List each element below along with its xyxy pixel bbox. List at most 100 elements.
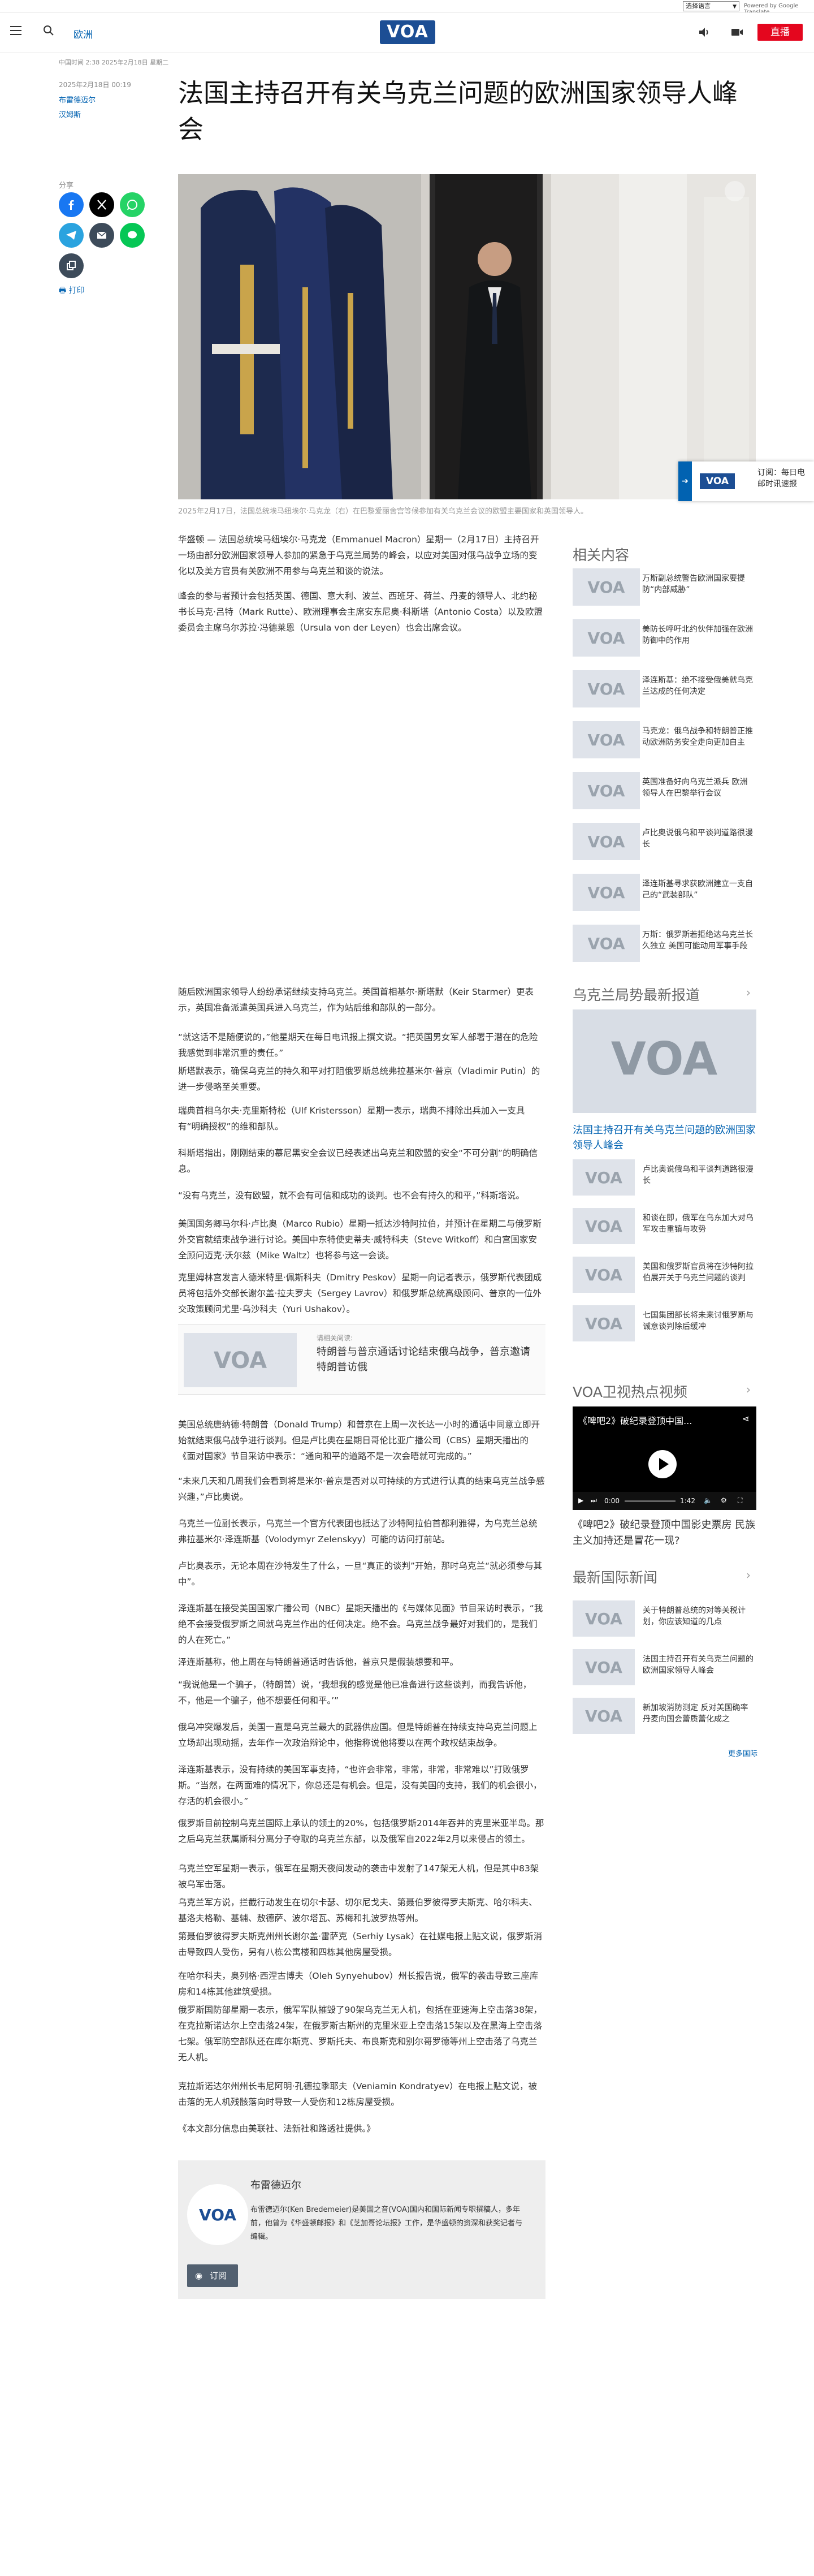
story-thumbnail[interactable]: VOA [573,1698,635,1734]
language-select[interactable]: 选择语言 ▼ [683,1,739,11]
more-intl-link[interactable]: 更多国际 [728,1747,757,1758]
subscribe-widget[interactable]: ➔ VOA 订阅：每日电邮时讯速报 [678,461,814,501]
search-icon[interactable] [42,24,55,37]
rss-subscribe-button[interactable]: ◉ 订阅 [187,2264,238,2287]
chevron-right-icon[interactable]: › [746,1568,751,1582]
facebook-icon[interactable] [59,192,84,217]
promo-title[interactable]: 特朗普与普京通话讨论结束俄乌战争，普京邀请特朗普访俄 [317,1344,531,1375]
video-progress[interactable] [625,1500,676,1502]
story-thumbnail[interactable]: VOA [573,721,640,758]
sidebar-story[interactable]: VOA 法国主持召开有关乌克兰问题的欧洲国家领导人峰会 [573,1649,756,1689]
ukraine-feature-title[interactable]: 法国主持召开有关乌克兰问题的欧洲国家领导人峰会 [573,1123,756,1153]
sidebar-story[interactable]: VOA 和谈在即，俄军在乌东加大对乌军攻击重镇与攻势 [573,1208,756,1248]
live-button[interactable]: 直播 [757,24,803,41]
intl-heading[interactable]: 最新国际新闻 [573,1567,657,1587]
story-title[interactable]: 美国和俄罗斯官员将在沙特阿拉伯展开关于乌克兰问题的谈判 [643,1261,756,1284]
article-paragraph: 乌克兰军方说，拦截行动发生在切尔卡瑟、切尔尼戈夫、第聂伯罗彼得罗夫斯克、哈尔科夫… [178,1897,538,1923]
story-thumbnail[interactable]: VOA [573,874,640,911]
story-title[interactable]: 卢比奥说俄乌和平谈判道路很漫长 [642,827,755,850]
sidebar-story[interactable]: VOA 卢比奥说俄乌和平谈判道路很漫长 [573,823,756,862]
sidebar-story[interactable]: VOA 万斯副总统警告欧洲国家要提防“内部威胁” [573,568,756,608]
volume-icon[interactable]: 🔈 [704,1496,712,1504]
article-paragraph: 美国总统唐纳德·特朗普（Donald Trump）和普京在上周一次长达一小时的通… [178,1419,540,1461]
video-icon[interactable] [730,26,744,38]
video-heading[interactable]: VOA卫视热点视频 [573,1381,687,1401]
telegram-icon[interactable] [59,223,84,248]
story-title[interactable]: 万斯副总统警告欧洲国家要提防“内部威胁” [642,573,755,596]
svg-text:VOA: VOA [588,680,625,698]
story-thumbnail[interactable]: VOA [573,1649,635,1685]
copy-link-icon[interactable] [59,253,84,278]
article-paragraph: “就这话不是随便说的，”他星期天在每日电讯报上撰文说。“把英国男女军人部署于潜在… [178,1032,538,1058]
audio-icon[interactable] [698,26,711,38]
story-title[interactable]: 马克龙：俄乌战争和特朗普正推动欧洲防务安全走向更加自主 [642,726,755,748]
story-title[interactable]: 卢比奥说俄乌和平谈判道路很漫长 [643,1164,756,1186]
story-thumbnail[interactable]: VOA [573,823,640,860]
story-thumbnail[interactable]: VOA [573,925,640,962]
video-player[interactable]: 《啤吧2》破纪录登顶中国... ⋖ ▶ ⏭ 0:00 1:42 🔈 ⚙ ⛶ [573,1406,756,1510]
sidebar-story[interactable]: VOA 卢比奥说俄乌和平谈判道路很漫长 [573,1159,756,1199]
article-paragraph: 斯塔默表示，确保乌克兰的持久和平对打阻俄罗斯总统弗拉基米尔·普京（Vladimi… [178,1066,540,1092]
story-title[interactable]: 法国主持召开有关乌克兰问题的欧洲国家领导人峰会 [643,1654,756,1676]
voa-logo[interactable]: VOA [380,20,435,44]
sidebar-story[interactable]: VOA 泽连斯基寻求获欧洲建立一支自己的“武装部队” [573,874,756,913]
story-thumbnail[interactable]: VOA [573,619,640,657]
whatsapp-icon[interactable] [120,192,145,217]
chevron-right-icon[interactable]: › [746,986,751,999]
sidebar-story[interactable]: VOA 万斯：俄罗斯若拒绝达乌克兰长久独立 美国可能动用军事手段 [573,925,756,964]
story-thumbnail[interactable]: VOA [573,568,640,606]
play-small-icon[interactable]: ▶ [578,1496,583,1504]
chevron-right-icon[interactable]: › [746,1383,751,1396]
story-thumbnail[interactable]: VOA [573,1305,635,1341]
story-title[interactable]: 泽连斯基寻求获欧洲建立一支自己的“武装部队” [642,878,755,901]
story-title[interactable]: 七国集团部长将未来讨俄罗斯与诚意谈判除后缓冲 [643,1310,756,1332]
settings-icon[interactable]: ⚙ [721,1496,727,1504]
story-thumbnail[interactable]: VOA [573,1600,635,1637]
x-twitter-icon[interactable] [89,192,114,217]
related-promo[interactable]: VOA 请相关阅读: 特朗普与普京通话讨论结束俄乌战争，普京邀请特朗普访俄 [178,1324,545,1395]
story-thumbnail[interactable]: VOA [573,772,640,809]
story-thumbnail[interactable]: VOA [573,1159,635,1196]
voa-logo-small: VOA [700,473,735,489]
ukraine-heading[interactable]: 乌克兰局势最新报道 [573,984,700,1004]
sidebar-story[interactable]: VOA 美防长呼吁北约伙伴加强在欧洲防御中的作用 [573,619,756,659]
story-title[interactable]: 关于特朗普总统的对等关税计划，你应该知道的几点 [643,1605,756,1628]
sidebar-story[interactable]: VOA 七国集团部长将未来讨俄罗斯与诚意谈判除后缓冲 [573,1305,756,1345]
author-link[interactable]: 布雷德迈尔 [59,94,96,105]
story-title[interactable]: 新加坡消防测定 反对美国确率丹麦向国会蕾质蕾化成之 [643,1702,756,1725]
play-icon[interactable] [648,1450,677,1478]
story-title[interactable]: 和谈在即，俄军在乌东加大对乌军攻击重镇与攻势 [643,1213,756,1235]
story-thumbnail[interactable]: VOA [573,1257,635,1293]
svg-text:VOA: VOA [611,1033,717,1085]
story-title[interactable]: 泽连斯基：绝不接受俄美就乌克兰达成的任何决定 [642,675,755,697]
ukraine-feature-image[interactable]: VOA [573,1009,756,1113]
fullscreen-icon[interactable]: ⛶ [738,1496,742,1505]
chevron-down-icon: ▼ [733,4,737,10]
story-title[interactable]: 英国准备好向乌克兰派兵 欧洲领导人在巴黎举行会议 [642,776,755,799]
story-thumbnail[interactable]: VOA [573,1208,635,1244]
sidebar-story[interactable]: VOA 泽连斯基：绝不接受俄美就乌克兰达成的任何决定 [573,670,756,710]
rss-label: 订阅 [210,2271,227,2281]
sidebar-story[interactable]: VOA 关于特朗普总统的对等关税计划，你应该知道的几点 [573,1600,756,1640]
article-paragraph: 科斯塔指出，刚刚结束的慕尼黑安全会议已经表述出乌克兰和欧盟的安全“不可分割”的明… [178,1148,538,1174]
email-icon[interactable] [89,223,114,248]
author-name[interactable]: 布雷德迈尔 [250,2177,301,2192]
print-link[interactable]: 🖶 打印 [59,284,85,298]
menu-icon[interactable] [10,26,21,35]
sidebar-story[interactable]: VOA 新加坡消防测定 反对美国确率丹麦向国会蕾质蕾化成之 [573,1698,756,1737]
author-avatar: VOA [187,2184,248,2245]
sidebar-story[interactable]: VOA 英国准备好向乌克兰派兵 欧洲领导人在巴黎举行会议 [573,772,756,812]
share-icon[interactable]: ⋖ [742,1413,750,1424]
section-link-europe[interactable]: 欧洲 [73,27,93,41]
line-icon[interactable] [120,223,145,248]
promo-kicker: 请相关阅读: [317,1334,353,1342]
story-thumbnail[interactable]: VOA [573,670,640,707]
sidebar-story[interactable]: VOA 马克龙：俄乌战争和特朗普正推动欧洲防务安全走向更加自主 [573,721,756,761]
story-title[interactable]: 美防长呼吁北约伙伴加强在欧洲防御中的作用 [642,624,755,646]
next-icon[interactable]: ⏭ [591,1496,597,1505]
video-caption[interactable]: 《啤吧2》破纪录登顶中国影史票房 民族主义加持还是冒花一现? [573,1517,756,1549]
author-link[interactable]: 汉姆斯 [59,109,81,119]
article-paragraph: 瑞典首相乌尔夫·克里斯特松（Ulf Kristersson）星期一表示，瑞典不排… [178,1106,525,1132]
story-title[interactable]: 万斯：俄罗斯若拒绝达乌克兰长久独立 美国可能动用军事手段 [642,929,755,952]
sidebar-story[interactable]: VOA 美国和俄罗斯官员将在沙特阿拉伯展开关于乌克兰问题的谈判 [573,1257,756,1296]
